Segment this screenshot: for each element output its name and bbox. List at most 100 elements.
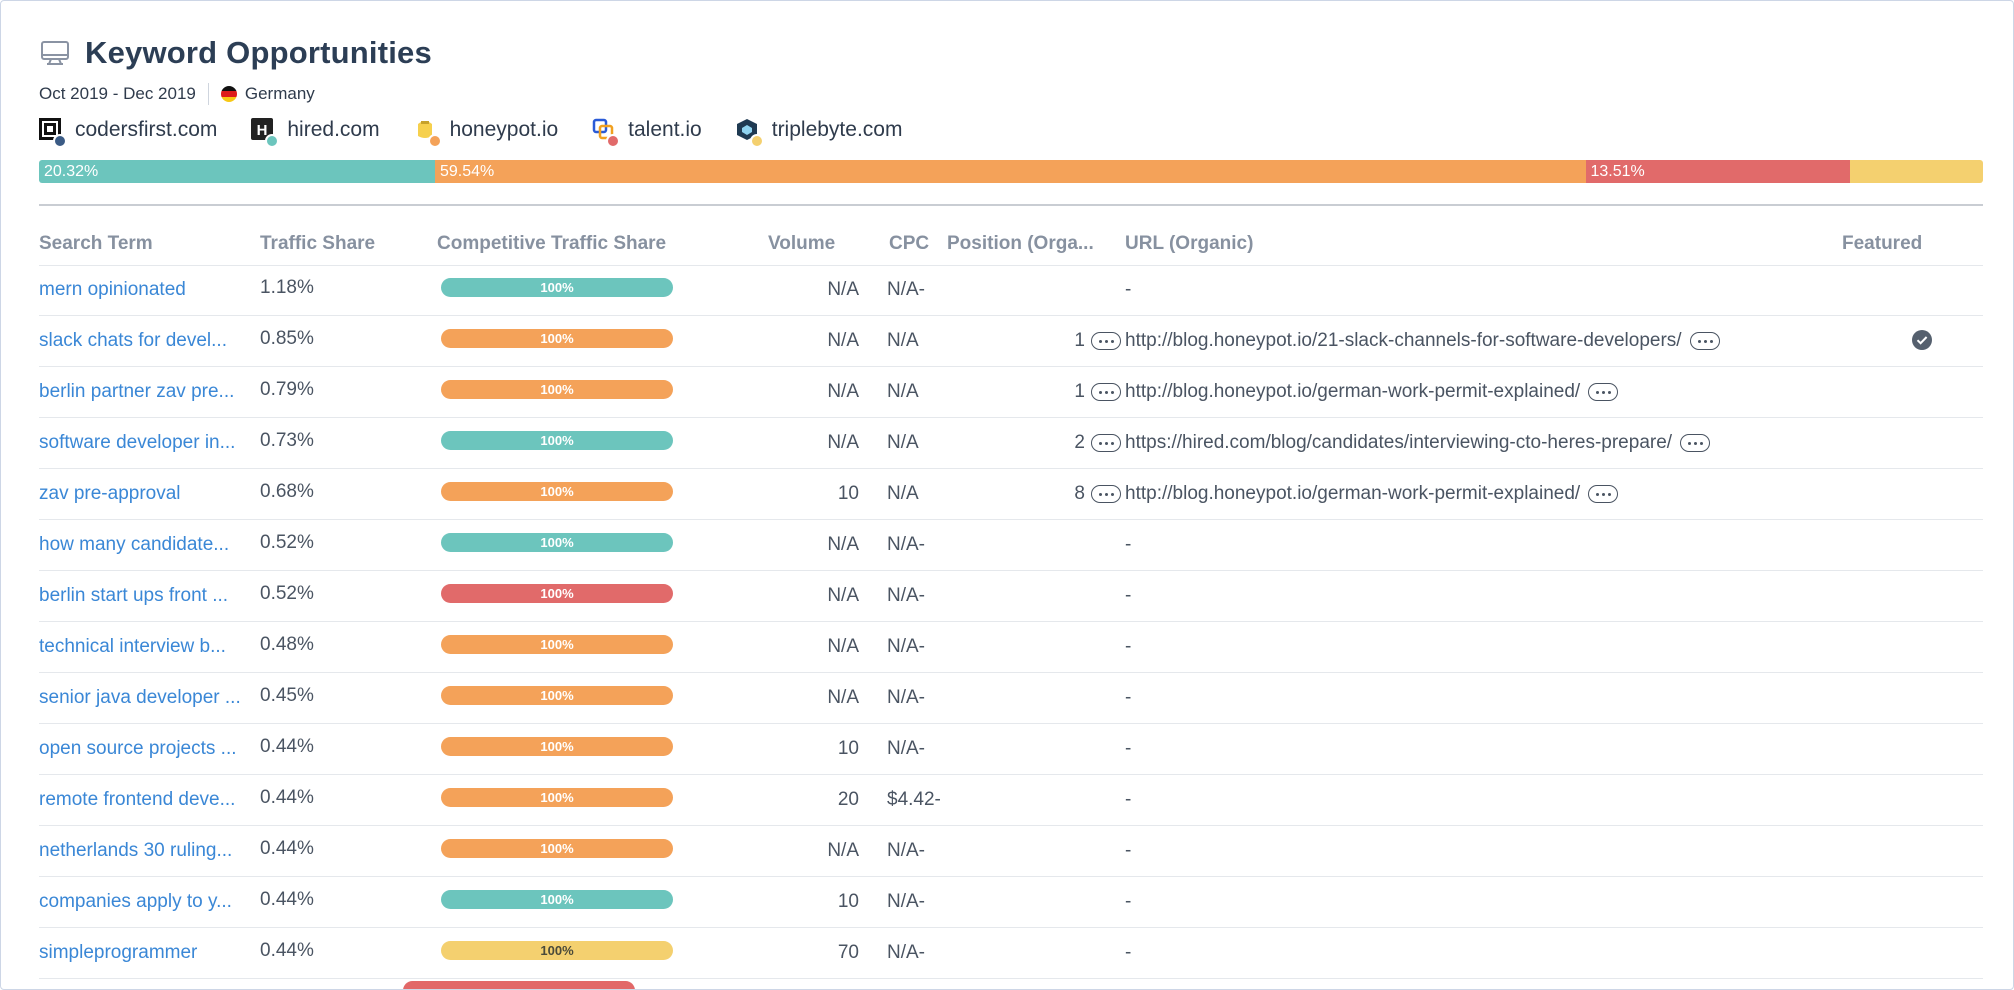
cpc-value: N/A- <box>887 687 925 708</box>
competitive-share-bar: 100% <box>441 635 673 654</box>
site-item-codersfirst[interactable]: codersfirst.com <box>39 118 217 148</box>
competitive-share-bar: 100% <box>441 941 673 960</box>
table-row: companies apply to y... 0.44% 100% 10 N/A- - <box>39 877 1983 928</box>
competitive-share-bar: 100% <box>441 431 673 450</box>
competitive-share-bar: 100% <box>441 890 673 909</box>
traffic-share-value: 1.18% <box>260 277 314 298</box>
col-url[interactable]: URL (Organic) <box>1125 233 1253 255</box>
volume-value: 10 <box>837 738 859 759</box>
talent-logo-icon <box>592 118 621 148</box>
table-header: Search Term Traffic Share Competitive Tr… <box>39 229 1983 266</box>
site-name: talent.io <box>628 118 702 141</box>
search-term-link[interactable]: simpleprogrammer <box>39 942 249 964</box>
col-search-term[interactable]: Search Term <box>39 233 153 255</box>
date-range[interactable]: Oct 2019 - Dec 2019 <box>39 84 196 104</box>
share-segment-talent[interactable]: 13.51% <box>1585 160 1851 183</box>
cpc-value: N/A- <box>887 585 925 606</box>
url-link[interactable]: https://hired.com/blog/candidates/interv… <box>1125 432 1672 454</box>
cpc-value: N/A- <box>887 840 925 861</box>
search-term-link[interactable]: mern opinionated <box>39 279 249 301</box>
col-competitive-traffic-share[interactable]: Competitive Traffic Share <box>437 233 666 255</box>
share-segment-honeypot[interactable]: 59.54% <box>434 160 1586 183</box>
url-empty: - <box>1125 534 1132 555</box>
codersfirst-logo-icon <box>39 118 67 148</box>
col-position[interactable]: Position (Orga... <box>947 233 1094 255</box>
cpc-value: N/A <box>887 381 919 402</box>
traffic-share-value: 0.73% <box>260 430 314 451</box>
search-term-link[interactable]: companies apply to y... <box>39 891 249 913</box>
table-body: mern opinionated 1.18% 100% N/A N/A- - slack c… <box>39 265 1983 979</box>
search-term-link[interactable]: berlin partner zav pre... <box>39 381 249 403</box>
competitive-share-bar: 100% <box>441 482 673 501</box>
more-options-icon[interactable] <box>1091 383 1121 401</box>
competitive-share-bar: 100% <box>441 329 673 348</box>
table-row: berlin start ups front ... 0.52% 100% N/A N/… <box>39 571 1983 622</box>
search-term-link[interactable]: zav pre-approval <box>39 483 249 505</box>
url-link[interactable]: http://blog.honeypot.io/21-slack-channel… <box>1125 330 1682 352</box>
search-term-link[interactable]: netherlands 30 ruling... <box>39 840 249 862</box>
table-row: berlin partner zav pre... 0.79% 100% N/A N/A… <box>39 367 1983 418</box>
share-segment-triplebyte[interactable] <box>1850 160 1983 183</box>
site-item-hired[interactable]: H hired.com <box>251 118 380 148</box>
url-empty: - <box>1125 942 1132 963</box>
traffic-share-value: 0.44% <box>260 736 314 757</box>
cpc-value: N/A <box>887 330 919 351</box>
site-legend: codersfirst.com H hired.com honeypot.io … <box>39 113 936 148</box>
traffic-share-bar: 20.32% 59.54% 13.51% <box>39 160 1983 183</box>
search-term-link[interactable]: technical interview b... <box>39 636 249 658</box>
more-options-icon[interactable] <box>1680 434 1710 452</box>
search-term-link[interactable]: slack chats for devel... <box>39 330 249 352</box>
traffic-share-value: 0.79% <box>260 379 314 400</box>
more-options-icon[interactable] <box>1690 332 1720 350</box>
cpc-value: N/A <box>887 432 919 453</box>
traffic-share-value: 0.44% <box>260 940 314 961</box>
page-title: Keyword Opportunities <box>85 35 432 70</box>
search-term-link[interactable]: berlin start ups front ... <box>39 585 249 607</box>
url-empty: - <box>1125 585 1132 606</box>
cpc-value: N/A- <box>887 534 925 555</box>
site-item-honeypot[interactable]: honeypot.io <box>414 118 558 148</box>
cpc-value: N/A- <box>887 738 925 759</box>
table-row: software developer in... 0.73% 100% N/A N/A 2… <box>39 418 1983 469</box>
url-link[interactable]: http://blog.honeypot.io/german-work-perm… <box>1125 381 1580 403</box>
site-item-triplebyte[interactable]: triplebyte.com <box>736 118 903 148</box>
traffic-share-value: 0.44% <box>260 889 314 910</box>
table-row: netherlands 30 ruling... 0.44% 100% N/A N/A-… <box>39 826 1983 877</box>
traffic-share-value: 0.48% <box>260 634 314 655</box>
more-options-icon[interactable] <box>1091 332 1121 350</box>
germany-flag-icon <box>220 86 237 102</box>
share-segment-hired[interactable]: 20.32% <box>39 160 435 183</box>
col-traffic-share[interactable]: Traffic Share <box>260 233 375 255</box>
site-name: triplebyte.com <box>771 118 903 141</box>
site-item-talent[interactable]: talent.io <box>592 118 702 148</box>
competitive-share-bar: 100% <box>441 788 673 807</box>
more-options-icon[interactable] <box>1588 383 1618 401</box>
table-row: technical interview b... 0.48% 100% N/A N/A-… <box>39 622 1983 673</box>
cpc-value: N/A- <box>887 636 925 657</box>
country-label[interactable]: Germany <box>245 84 315 104</box>
url-empty: - <box>1125 789 1132 810</box>
traffic-share-value: 0.45% <box>260 685 314 706</box>
more-options-icon[interactable] <box>1091 485 1121 503</box>
search-term-link[interactable]: remote frontend deve... <box>39 789 249 811</box>
competitive-share-bar: 100% <box>441 533 673 552</box>
competitive-share-bar: 100% <box>441 380 673 399</box>
position-value: 1 <box>1074 330 1085 351</box>
col-volume[interactable]: Volume <box>768 233 835 255</box>
honeypot-logo-icon <box>414 118 442 148</box>
competitive-share-bar: 100% <box>441 839 673 858</box>
search-term-link[interactable]: software developer in... <box>39 432 249 454</box>
url-link[interactable]: http://blog.honeypot.io/german-work-perm… <box>1125 483 1580 505</box>
col-featured[interactable]: Featured <box>1842 233 1922 255</box>
cpc-value: N/A- <box>887 942 925 963</box>
more-options-icon[interactable] <box>1588 485 1618 503</box>
search-term-link[interactable]: open source projects ... <box>39 738 249 760</box>
search-term-link[interactable]: how many candidate... <box>39 534 249 556</box>
search-term-link[interactable]: senior java developer ... <box>39 687 249 709</box>
col-cpc[interactable]: CPC <box>889 233 929 255</box>
url-empty: - <box>1125 738 1132 759</box>
url-empty: - <box>1125 840 1132 861</box>
more-options-icon[interactable] <box>1091 434 1121 452</box>
traffic-share-value: 0.68% <box>260 481 314 502</box>
url-empty: - <box>1125 891 1132 912</box>
